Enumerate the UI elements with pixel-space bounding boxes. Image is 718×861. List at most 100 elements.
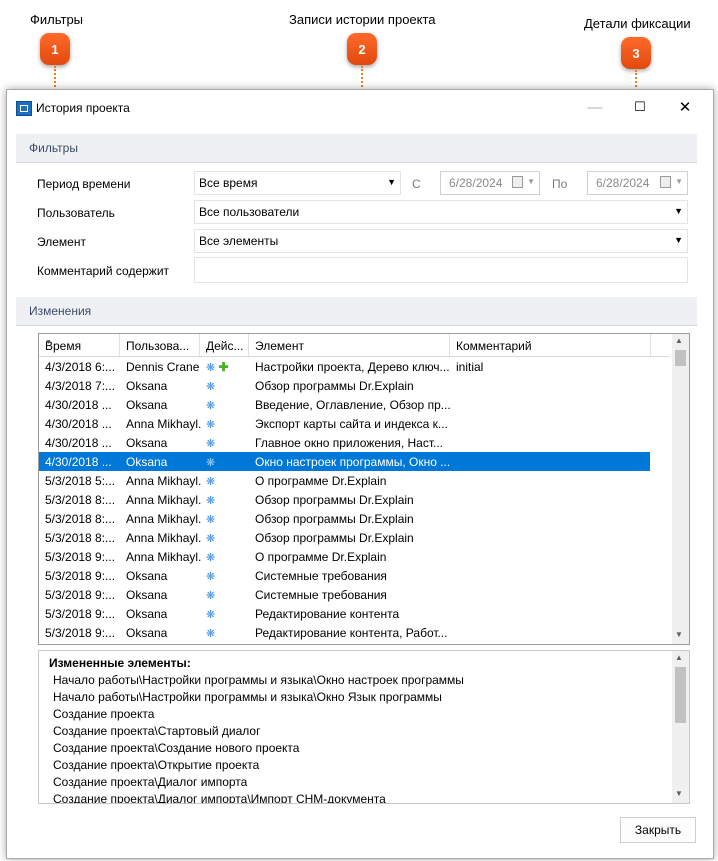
cell-actions: ❋ [206,455,215,469]
close-button[interactable]: Закрыть [620,817,696,843]
edit-icon: ❋ [206,552,216,564]
scroll-up-arrow-icon[interactable]: ▲ [675,336,683,345]
details-line: Создание проекта\Стартовый диалог [53,724,261,738]
edit-icon: ❋ [206,533,216,545]
column-header-time[interactable]: ▼ Время [39,334,120,356]
table-row[interactable]: 4/30/2018 ... Oksana ❋ Введение, Оглавление… [39,395,650,414]
edit-icon: ❋ [206,362,216,374]
column-header-element[interactable]: Элемент [249,334,450,356]
column-header-actions[interactable]: Дейс... [200,334,249,356]
cell-element: Обзор программы Dr.Explain [255,512,414,526]
annotation-badge-2: 2 [347,33,377,65]
cell-actions: ❋ [206,379,215,393]
maximize-button[interactable]: ☐ [620,94,660,120]
table-row[interactable]: 5/3/2018 9:... Oksana ❋ Редактирование конт… [39,623,650,642]
grid-scroll-thumb[interactable] [675,350,686,366]
to-date-picker[interactable]: 6/28/2024 ▼ [587,171,688,195]
details-scroll-thumb[interactable] [675,667,686,723]
column-header-user[interactable]: Пользова... [120,334,200,356]
details-line: Создание проекта\Диалог импорта [53,775,248,789]
table-row[interactable]: 5/3/2018 8:... Anna Mikhayl... ❋ Обзор прог… [39,528,650,547]
comment-input[interactable] [194,257,688,283]
cell-actions: ❋ [206,474,215,488]
cell-actions: ❋ [206,550,215,564]
element-value: Все элементы [199,234,279,248]
details-line: Создание проекта [53,707,155,721]
edit-icon: ❋ [206,590,216,602]
table-row[interactable]: 4/3/2018 7:... Oksana ❋ Обзор программы Dr.… [39,376,650,395]
cell-time: 5/3/2018 5:... [45,474,116,488]
cell-element: О программе Dr.Explain [255,550,387,564]
scroll-down-arrow-icon[interactable]: ▼ [675,630,683,639]
period-label: Период времени [37,177,131,191]
edit-icon: ❋ [206,628,216,640]
cell-user: Oksana [126,398,168,412]
cell-user: Oksana [126,588,168,602]
cell-time: 5/3/2018 8:... [45,493,116,507]
cell-time: 5/3/2018 9:... [45,626,116,640]
cell-user: Anna Mikhayl... [126,493,202,507]
edit-icon: ❋ [206,438,216,450]
cell-element: Введение, Оглавление, Обзор пр... [255,398,451,412]
changes-section-header: Изменения [16,297,697,326]
cell-actions: ❋ [206,607,215,621]
period-combo[interactable]: Все время ▼ [194,171,401,195]
cell-user: Anna Mikhayl... [126,550,202,564]
cell-user: Oksana [126,607,168,621]
chevron-down-icon: ▼ [674,206,683,216]
edit-icon: ❋ [206,400,216,412]
table-row[interactable]: 4/30/2018 ... Oksana ❋ Главное окно приложе… [39,433,650,452]
chevron-down-icon: ▼ [387,177,396,187]
table-row[interactable]: 5/3/2018 9:... Oksana ❋ Редактирование конт… [39,604,650,623]
cell-element: Редактирование контента, Работ... [255,626,448,640]
cell-time: 4/30/2018 ... [45,398,112,412]
scroll-up-arrow-icon[interactable]: ▲ [675,653,683,662]
annotation-label-filters: Фильтры [30,12,84,27]
table-row[interactable]: 5/3/2018 9:... Oksana ❋ Системные требовани… [39,585,650,604]
minimize-button[interactable]: — [575,94,615,120]
table-row[interactable]: 5/3/2018 9:... Anna Mikhayl... ❋ О программ… [39,547,650,566]
cell-actions: ❋ [206,417,215,431]
element-label: Элемент [37,235,86,249]
changes-section-title: Изменения [29,304,92,318]
table-row[interactable]: 4/30/2018 ... Anna Mikhayl... ❋ Экспорт кар… [39,414,650,433]
chevron-down-icon: ▼ [527,177,535,186]
cell-time: 4/30/2018 ... [45,455,112,469]
cell-actions: ❋ [206,512,215,526]
user-combo[interactable]: Все пользователи ▼ [194,200,688,224]
cell-element: Окно настроек программы, Окно ... [255,455,451,469]
title-bar[interactable]: История проекта — ☐ ✕ [7,90,713,124]
table-row[interactable]: 5/3/2018 8:... Anna Mikhayl... ❋ Обзор прог… [39,509,650,528]
details-vertical-scrollbar[interactable]: ▲ ▼ [672,651,689,803]
column-header-comment[interactable]: Комментарий [450,334,651,356]
details-line: Создание проекта\Открытие проекта [53,758,260,772]
table-row[interactable]: 5/3/2018 5:... Anna Mikhayl... ❋ О программ… [39,471,650,490]
table-row[interactable]: 5/3/2018 9:... Oksana ❋ Системные требовани… [39,566,650,585]
period-value: Все время [199,176,258,190]
details-line: Создание проекта\Диалог импорта\Импорт C… [53,792,386,804]
table-row[interactable]: 4/3/2018 6:... Dennis Crane ❋ ✚ Настройки п… [39,357,650,376]
annotation-badge-3: 3 [621,37,651,69]
commit-details-panel[interactable]: Измененные элементы: Начало работы\Настр… [38,650,690,804]
from-date-value: 6/28/2024 [449,176,503,190]
cell-actions: ❋ [206,436,215,450]
table-row[interactable]: 5/3/2018 8:... Anna Mikhayl... ❋ Обзор прог… [39,490,650,509]
to-label: По [552,177,568,191]
add-icon: ✚ [215,360,229,374]
cell-time: 4/30/2018 ... [45,436,112,450]
cell-user: Anna Mikhayl... [126,512,202,526]
history-grid[interactable]: ▼ Время Пользова... Дейс... Элемент Комм… [38,333,690,645]
edit-icon: ❋ [206,571,216,583]
edit-icon: ❋ [206,476,216,488]
element-combo[interactable]: Все элементы ▼ [194,229,688,253]
comment-label: Комментарий содержит [37,264,170,278]
cell-actions: ❋ [206,493,215,507]
grid-vertical-scrollbar[interactable]: ▲ ▼ [672,334,689,644]
calendar-icon [660,176,671,188]
table-row[interactable]: 4/30/2018 ... Oksana ❋ Окно настроек програ… [39,452,650,471]
cell-actions: ❋ [206,531,215,545]
from-date-picker[interactable]: 6/28/2024 ▼ [440,171,540,195]
scroll-down-arrow-icon[interactable]: ▼ [675,789,683,798]
window-title: История проекта [36,101,130,115]
close-window-button[interactable]: ✕ [665,94,705,120]
